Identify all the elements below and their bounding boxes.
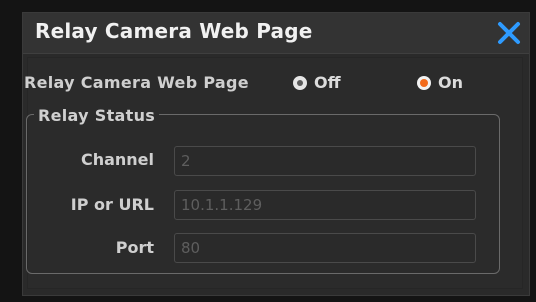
radio-on[interactable]: On — [417, 73, 463, 92]
close-button[interactable] — [493, 17, 525, 49]
channel-label: Channel — [80, 150, 154, 169]
screen-background: Relay Camera Web Page Relay Camera Web P… — [0, 0, 536, 302]
radio-off-indicator — [293, 75, 307, 90]
channel-field[interactable] — [174, 146, 476, 176]
radio-on-indicator — [417, 75, 431, 90]
close-icon — [498, 22, 520, 44]
ip-url-label: IP or URL — [70, 195, 154, 214]
radio-off[interactable]: Off — [293, 73, 341, 92]
radio-on-label: On — [438, 73, 463, 92]
dialog-titlebar: Relay Camera Web Page — [23, 13, 529, 54]
radio-off-label: Off — [314, 73, 341, 92]
port-field[interactable] — [174, 233, 476, 263]
ip-url-field[interactable] — [174, 190, 476, 220]
port-label: Port — [115, 238, 154, 257]
relay-web-page-toggle-label: Relay Camera Web Page — [24, 72, 249, 92]
relay-status-legend: Relay Status — [34, 106, 160, 125]
dialog-title: Relay Camera Web Page — [35, 19, 313, 43]
